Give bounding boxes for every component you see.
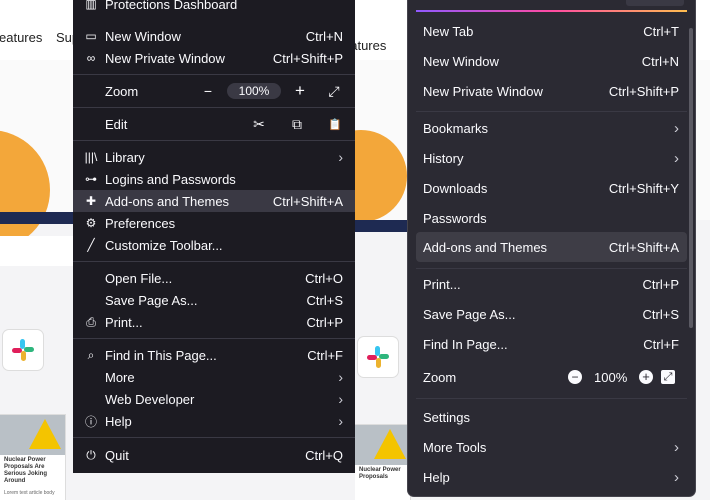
menu-item-protections-dashboard[interactable]: ▥ Protections Dashboard bbox=[73, 0, 355, 15]
menu-item-preferences[interactable]: ⚙ Preferences bbox=[73, 212, 355, 234]
printer-icon: ⎙ bbox=[86, 314, 96, 329]
menu-row-zoom: Zoom − 100% + ⤢ bbox=[73, 80, 355, 102]
menu-item-customize-toolbar[interactable]: ╱ Customize Toolbar... bbox=[73, 234, 355, 256]
menu-item-new-private-window[interactable]: New Private Window Ctrl+Shift+P bbox=[408, 76, 695, 106]
magnifier-icon: ⌕ bbox=[87, 347, 95, 362]
menu-item-passwords[interactable]: Passwords bbox=[408, 203, 695, 233]
copy-icon[interactable]: ⧉ bbox=[289, 116, 305, 133]
menu-item-settings[interactable]: Settings bbox=[408, 402, 695, 432]
menu-item-save-page-as[interactable]: Save Page As... Ctrl+S bbox=[73, 289, 355, 311]
menu-item-new-tab[interactable]: New Tab Ctrl+T bbox=[408, 16, 695, 46]
chevron-right-icon: › bbox=[338, 369, 343, 385]
cut-icon[interactable]: ✂ bbox=[251, 116, 267, 133]
article-card[interactable]: Nuclear Power Proposals bbox=[355, 425, 410, 500]
menu-item-downloads[interactable]: Downloads Ctrl+Shift+Y bbox=[408, 173, 695, 203]
slack-logo-icon bbox=[3, 330, 43, 370]
nav-link-features[interactable]: eatures bbox=[0, 30, 42, 45]
article-card[interactable]: Nuclear Power Proposals Are Serious Joki… bbox=[0, 415, 65, 500]
menu-item-logins-passwords[interactable]: ⊶ Logins and Passwords bbox=[73, 168, 355, 190]
zoom-in-button[interactable]: + bbox=[292, 81, 308, 101]
menu-item-save-page-as[interactable]: Save Page As... Ctrl+S bbox=[408, 299, 695, 329]
zoom-reset-button[interactable]: 100% bbox=[227, 83, 281, 99]
chart-icon: ▥ bbox=[85, 0, 97, 11]
menu-item-bookmarks[interactable]: Bookmarks › bbox=[408, 113, 695, 143]
separator bbox=[416, 111, 687, 112]
menu-item-new-private-window[interactable]: ∞ New Private Window Ctrl+Shift+P bbox=[73, 47, 355, 69]
menu-item-print[interactable]: Print... Ctrl+P bbox=[408, 269, 695, 299]
separator bbox=[73, 261, 355, 262]
chevron-right-icon: › bbox=[338, 149, 343, 165]
separator bbox=[416, 398, 687, 399]
menu-item-web-developer[interactable]: Web Developer › bbox=[73, 388, 355, 410]
nav-link-features[interactable]: eatures bbox=[355, 38, 386, 53]
chevron-right-icon: › bbox=[338, 413, 343, 429]
accent-gradient-line bbox=[416, 10, 687, 12]
separator bbox=[73, 140, 355, 141]
separator bbox=[73, 338, 355, 339]
private-mask-icon: ∞ bbox=[86, 51, 96, 65]
menu-item-history[interactable]: History › bbox=[408, 143, 695, 173]
zoom-level[interactable]: 100% bbox=[594, 370, 627, 385]
library-icon: |||\ bbox=[84, 150, 98, 164]
chevron-right-icon: › bbox=[674, 468, 679, 486]
menu-item-library[interactable]: |||\ Library › bbox=[73, 146, 355, 168]
menu-item-new-window[interactable]: ▭ New Window Ctrl+N bbox=[73, 25, 355, 47]
fullscreen-icon[interactable]: ⤢ bbox=[326, 83, 342, 100]
menu-item-more-tools[interactable]: More Tools › bbox=[408, 432, 695, 462]
key-icon: ⊶ bbox=[85, 172, 97, 186]
menu-item-find-in-page[interactable]: Find In Page... Ctrl+F bbox=[408, 329, 695, 359]
menu-item-open-file[interactable]: Open File... Ctrl+O bbox=[73, 267, 355, 289]
fullscreen-icon[interactable]: ⤢ bbox=[661, 370, 675, 384]
menu-item-find-in-page[interactable]: ⌕ Find in This Page... Ctrl+F bbox=[73, 344, 355, 366]
menu-row-zoom: Zoom − 100% + ⤢ bbox=[408, 362, 695, 392]
separator bbox=[73, 74, 355, 75]
scrollbar[interactable] bbox=[689, 28, 693, 328]
chevron-right-icon: › bbox=[674, 119, 679, 137]
menu-item-print[interactable]: ⎙ Print... Ctrl+P bbox=[73, 311, 355, 333]
menu-item-help[interactable]: ⓘ Help › bbox=[73, 410, 355, 432]
zoom-in-button[interactable]: + bbox=[639, 370, 653, 384]
hero-dark-bar bbox=[355, 220, 415, 232]
hazard-sign-icon bbox=[29, 419, 61, 449]
firefox-app-menu-new: New Tab Ctrl+T New Window Ctrl+N New Pri… bbox=[408, 0, 695, 496]
window-icon: ▭ bbox=[85, 29, 97, 43]
slack-logo-icon bbox=[358, 337, 398, 377]
sign-in-button[interactable] bbox=[626, 0, 684, 6]
paste-icon[interactable]: 📋 bbox=[327, 118, 343, 131]
menu-item-more[interactable]: More › bbox=[73, 366, 355, 388]
power-icon: ⏻ bbox=[86, 447, 96, 462]
separator bbox=[73, 437, 355, 438]
help-icon: ⓘ bbox=[84, 414, 97, 429]
zoom-out-button[interactable]: − bbox=[568, 370, 582, 384]
zoom-out-button[interactable]: − bbox=[200, 83, 216, 99]
menu-item-quit[interactable]: ⏻ Quit Ctrl+Q bbox=[73, 444, 355, 466]
menu-item-addons-themes[interactable]: ✚ Add-ons and Themes Ctrl+Shift+A bbox=[73, 190, 355, 212]
menu-item-help[interactable]: Help › bbox=[408, 462, 695, 492]
puzzle-icon: ✚ bbox=[85, 194, 97, 208]
chevron-right-icon: › bbox=[674, 438, 679, 456]
gear-icon: ⚙ bbox=[85, 216, 97, 230]
chevron-right-icon: › bbox=[674, 149, 679, 167]
menu-item-new-window[interactable]: New Window Ctrl+N bbox=[408, 46, 695, 76]
hazard-sign-icon bbox=[374, 429, 406, 459]
menu-item-addons-themes[interactable]: Add-ons and Themes Ctrl+Shift+A bbox=[416, 232, 687, 262]
brush-icon: ╱ bbox=[87, 238, 95, 252]
chevron-right-icon: › bbox=[338, 391, 343, 407]
firefox-app-menu-old: ▥ Protections Dashboard ▭ New Window Ctr… bbox=[73, 0, 355, 473]
menu-row-edit: Edit ✂ ⧉ 📋 bbox=[105, 115, 343, 133]
separator bbox=[73, 107, 355, 108]
